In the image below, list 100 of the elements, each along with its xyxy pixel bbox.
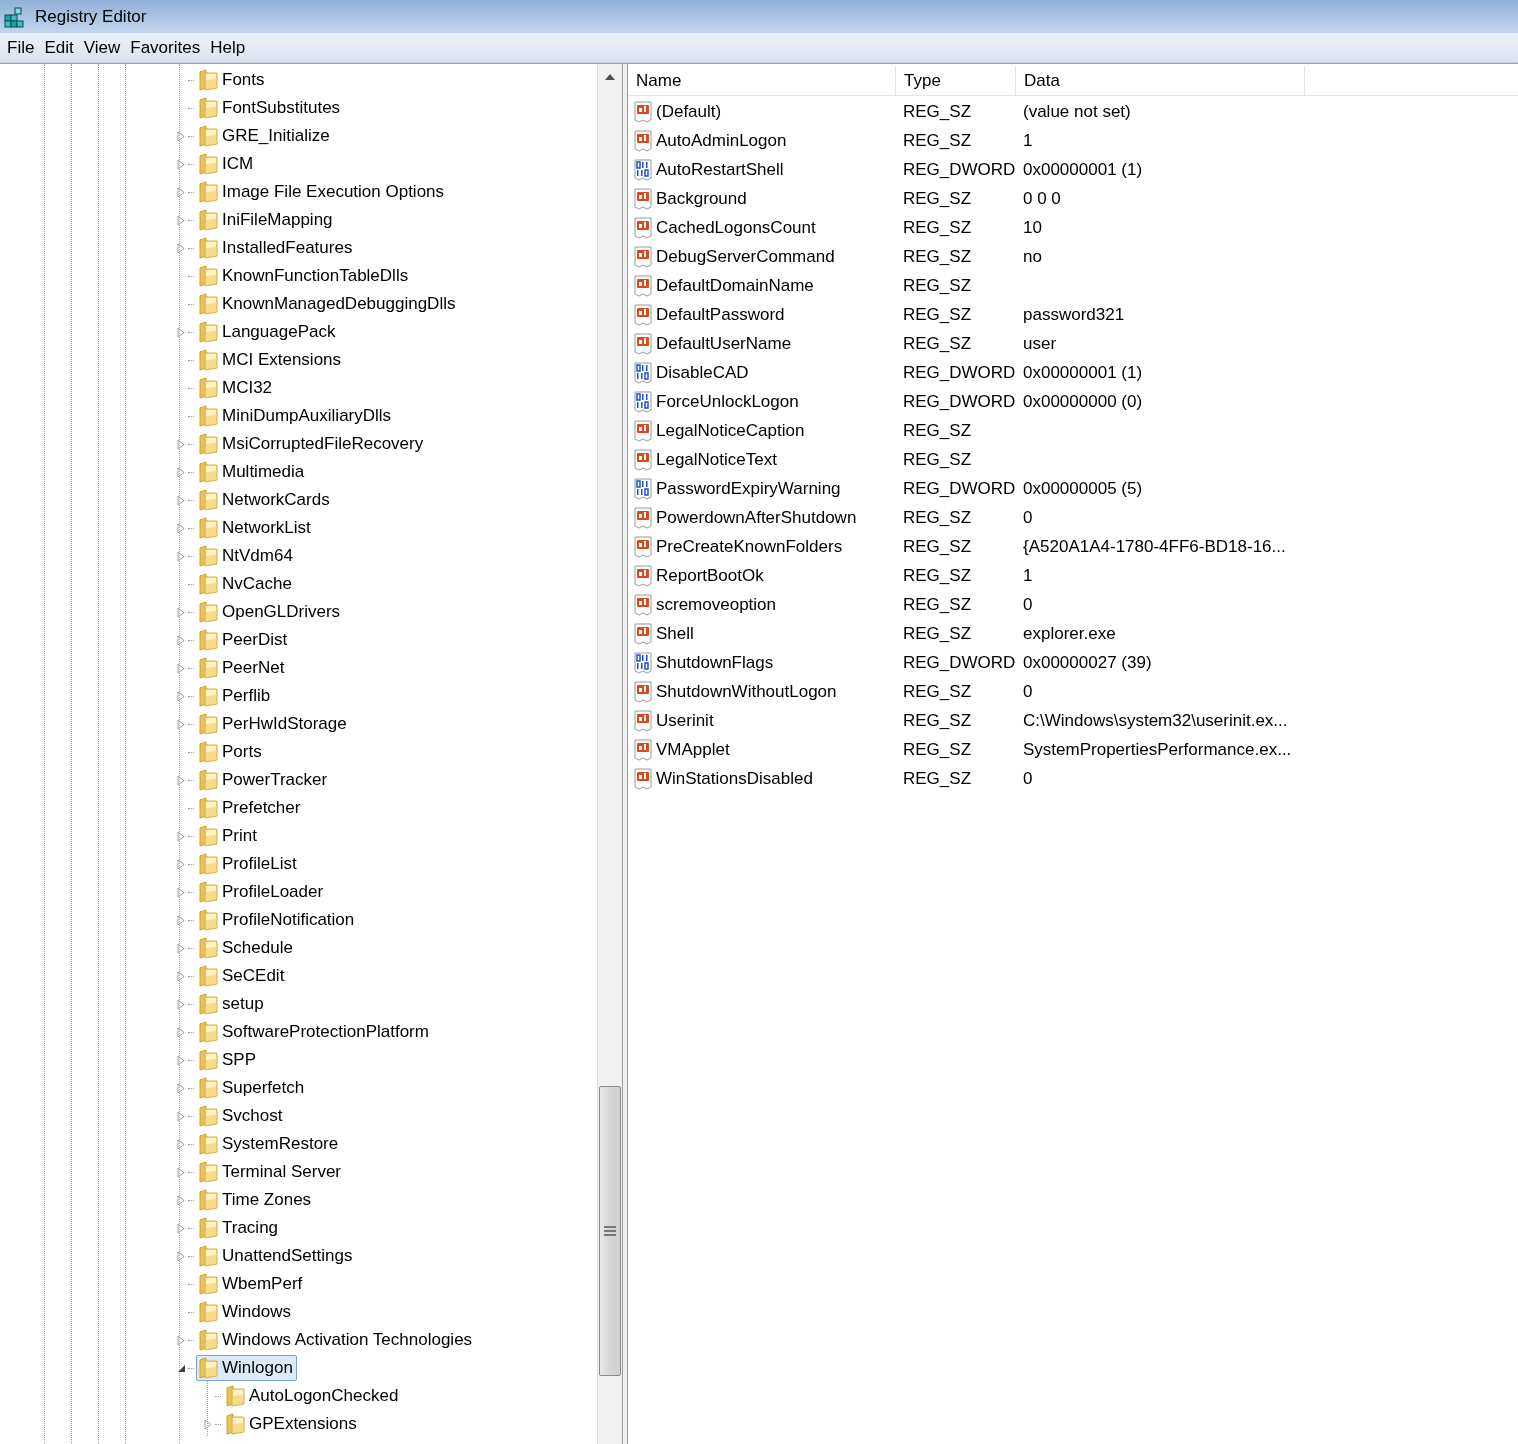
value-data: {A520A1A4-1780-4FF6-BD18-16... bbox=[1023, 536, 1286, 556]
value-name[interactable]: Userinit bbox=[656, 707, 714, 734]
value-name[interactable]: DebugServerCommand bbox=[656, 243, 835, 270]
tree-node[interactable]: MiniDumpAuxiliaryDlls bbox=[196, 403, 396, 429]
tree-node[interactable]: Schedule bbox=[196, 935, 297, 961]
value-name[interactable]: Background bbox=[656, 185, 747, 212]
tree-node[interactable]: Time Zones bbox=[196, 1187, 316, 1213]
tree-node[interactable]: OpenGLDrivers bbox=[196, 599, 345, 625]
tree-node[interactable]: ProfileLoader bbox=[196, 879, 328, 905]
tree-node[interactable]: NtVdm64 bbox=[196, 543, 297, 569]
menu-item[interactable]: Help bbox=[205, 34, 251, 61]
folder-icon bbox=[199, 321, 219, 343]
string-value-icon bbox=[634, 129, 654, 152]
tree-node[interactable]: Perflib bbox=[196, 683, 275, 709]
value-name[interactable]: Shell bbox=[656, 620, 694, 647]
menu-item[interactable]: Favorites bbox=[125, 34, 206, 61]
column-header[interactable]: Type bbox=[896, 66, 1016, 95]
tree-node[interactable]: SeCEdit bbox=[196, 963, 289, 989]
value-data: 1 bbox=[1023, 565, 1033, 585]
string-value-icon bbox=[634, 245, 654, 268]
value-name[interactable]: ReportBootOk bbox=[656, 562, 764, 589]
value-name[interactable]: VMApplet bbox=[656, 736, 730, 763]
tree-node[interactable]: Tracing bbox=[196, 1215, 283, 1241]
tree-node[interactable]: WbemPerf bbox=[196, 1271, 307, 1297]
value-name[interactable]: ShutdownFlags bbox=[656, 649, 774, 676]
value-name[interactable]: PasswordExpiryWarning bbox=[656, 475, 841, 502]
tree-node[interactable]: setup bbox=[196, 991, 268, 1017]
value-name[interactable]: (Default) bbox=[656, 98, 722, 125]
tree-node[interactable]: SystemRestore bbox=[196, 1131, 343, 1157]
tree-node[interactable]: UnattendSettings bbox=[196, 1243, 357, 1269]
tree-node[interactable]: Fonts bbox=[196, 67, 269, 93]
tree-node[interactable]: Multimedia bbox=[196, 459, 309, 485]
tree-node[interactable]: Svchost bbox=[196, 1103, 287, 1129]
tree-node[interactable]: ProfileList bbox=[196, 851, 301, 877]
menu-item[interactable]: View bbox=[78, 34, 126, 61]
value-type: REG_SZ bbox=[903, 681, 972, 701]
value-name[interactable]: ForceUnlockLogon bbox=[656, 388, 799, 415]
value-name[interactable]: CachedLogonsCount bbox=[656, 214, 816, 241]
value-name[interactable]: DefaultUserName bbox=[656, 330, 792, 357]
tree-node[interactable]: Superfetch bbox=[196, 1075, 309, 1101]
column-header[interactable]: Name bbox=[628, 66, 896, 95]
tree-node[interactable]: LanguagePack bbox=[196, 319, 340, 345]
tree-node[interactable]: Image File Execution Options bbox=[196, 179, 449, 205]
string-value-icon bbox=[634, 419, 654, 442]
menu-item[interactable]: Edit bbox=[39, 34, 79, 61]
folder-icon bbox=[199, 993, 219, 1015]
value-type: REG_SZ bbox=[903, 565, 972, 585]
folder-icon bbox=[199, 517, 219, 539]
menu-item[interactable]: File bbox=[2, 34, 40, 61]
tree-node[interactable]: SoftwareProtectionPlatform bbox=[196, 1019, 433, 1045]
tree-node[interactable]: MsiCorruptedFileRecovery bbox=[196, 431, 428, 457]
tree-node[interactable]: Windows bbox=[196, 1299, 295, 1325]
tree-node[interactable]: FontSubstitutes bbox=[196, 95, 345, 121]
value-name[interactable]: ShutdownWithoutLogon bbox=[656, 678, 837, 705]
tree-scrollbar[interactable] bbox=[597, 64, 622, 1444]
tree-node[interactable]: PeerDist bbox=[196, 627, 292, 653]
value-name[interactable]: LegalNoticeText bbox=[656, 446, 777, 473]
column-header[interactable]: Data bbox=[1016, 66, 1305, 95]
tree-node[interactable]: GPExtensions bbox=[223, 1411, 361, 1437]
value-name[interactable]: DefaultPassword bbox=[656, 301, 785, 328]
tree-node[interactable]: SPP bbox=[196, 1047, 261, 1073]
tree-node[interactable]: KnownManagedDebuggingDlls bbox=[196, 291, 460, 317]
value-name[interactable]: LegalNoticeCaption bbox=[656, 417, 805, 444]
tree-node[interactable]: Windows Activation Technologies bbox=[196, 1327, 477, 1353]
tree-node[interactable]: NetworkList bbox=[196, 515, 315, 541]
tree-node[interactable]: MCI32 bbox=[196, 375, 277, 401]
tree-node[interactable]: PerHwIdStorage bbox=[196, 711, 351, 737]
value-name[interactable]: WinStationsDisabled bbox=[656, 765, 813, 792]
value-name[interactable]: scremoveoption bbox=[656, 591, 776, 618]
tree-node[interactable]: MCI Extensions bbox=[196, 347, 346, 373]
tree-node[interactable]: ProfileNotification bbox=[196, 907, 359, 933]
tree-node[interactable]: AutoLogonChecked bbox=[223, 1383, 403, 1409]
value-type: REG_SZ bbox=[903, 217, 972, 237]
tree-node[interactable]: Prefetcher bbox=[196, 795, 305, 821]
tree-node[interactable]: NetworkCards bbox=[196, 487, 334, 513]
tree-node[interactable]: PowerTracker bbox=[196, 767, 332, 793]
tree-node[interactable]: KnownFunctionTableDlls bbox=[196, 263, 413, 289]
value-data: 0x00000027 (39) bbox=[1023, 652, 1152, 672]
value-name[interactable]: PreCreateKnownFolders bbox=[656, 533, 843, 560]
value-type: REG_DWORD bbox=[903, 478, 1016, 498]
value-name[interactable]: AutoRestartShell bbox=[656, 156, 784, 183]
folder-icon bbox=[199, 265, 219, 287]
tree-node[interactable]: ICM bbox=[196, 151, 258, 177]
tree-node[interactable]: PeerNet bbox=[196, 655, 289, 681]
tree-node[interactable]: GRE_Initialize bbox=[196, 123, 334, 149]
tree-node[interactable]: IniFileMapping bbox=[196, 207, 337, 233]
tree-node[interactable]: Print bbox=[196, 823, 261, 849]
scroll-thumb[interactable] bbox=[599, 1086, 621, 1376]
value-name[interactable]: AutoAdminLogon bbox=[656, 127, 787, 154]
value-name[interactable]: PowerdownAfterShutdown bbox=[656, 504, 857, 531]
value-name[interactable]: DisableCAD bbox=[656, 359, 749, 386]
value-name[interactable]: DefaultDomainName bbox=[656, 272, 814, 299]
tree-node[interactable]: Ports bbox=[196, 739, 266, 765]
registry-cubes-icon bbox=[3, 4, 27, 29]
tree-node[interactable]: InstalledFeatures bbox=[196, 235, 357, 261]
tree-node[interactable]: Winlogon bbox=[196, 1355, 297, 1381]
tree-node[interactable]: Terminal Server bbox=[196, 1159, 346, 1185]
value-type: REG_DWORD bbox=[903, 652, 1016, 672]
tree-node[interactable]: NvCache bbox=[196, 571, 296, 597]
value-type: REG_SZ bbox=[903, 507, 972, 527]
